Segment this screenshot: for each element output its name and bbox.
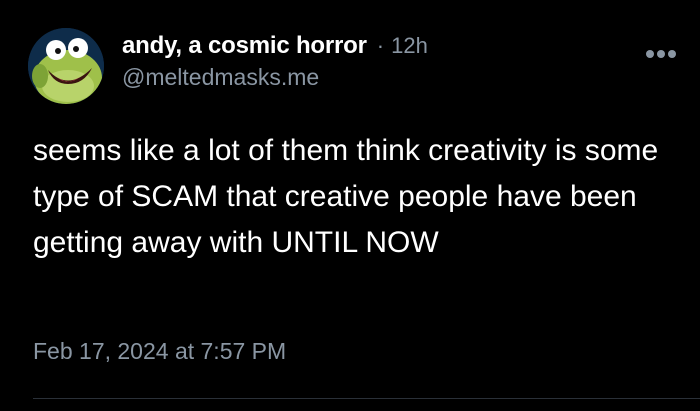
author-avatar[interactable] [28, 28, 104, 104]
relative-time: 12h [391, 33, 428, 58]
post-header: andy, a cosmic horror · 12h @meltedmasks… [122, 32, 620, 91]
ellipsis-icon [668, 50, 676, 58]
post-card: andy, a cosmic horror · 12h @meltedmasks… [0, 0, 700, 411]
ellipsis-icon [657, 50, 665, 58]
more-options-button[interactable] [646, 50, 676, 58]
divider [33, 398, 700, 399]
name-line: andy, a cosmic horror · 12h [122, 32, 620, 60]
post-timestamp: Feb 17, 2024 at 7:57 PM [33, 338, 287, 364]
post-text: seems like a lot of them think creativit… [33, 134, 659, 259]
cartoon-fish-avatar-icon [28, 28, 104, 104]
author-display-name[interactable]: andy, a cosmic horror [122, 32, 367, 60]
separator-dot: · [376, 33, 385, 58]
author-handle[interactable]: @meltedmasks.me [122, 64, 620, 91]
ellipsis-icon [646, 50, 654, 58]
